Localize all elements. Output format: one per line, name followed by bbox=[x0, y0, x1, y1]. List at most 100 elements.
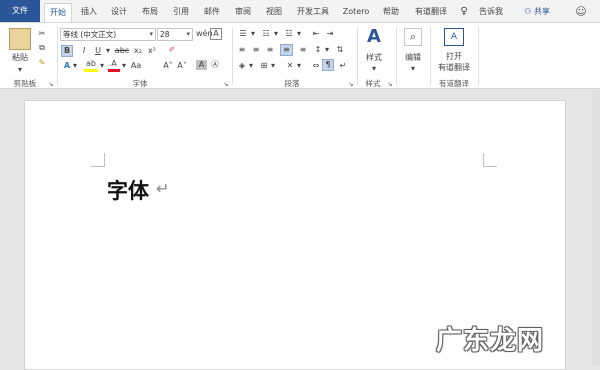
change-case-button[interactable]: Aa bbox=[130, 61, 142, 71]
ribbon-tab-bar: 文件 开始 插入 设计 布局 引用 邮件 审阅 视图 开发工具 Zotero 帮… bbox=[0, 0, 600, 22]
dialog-launcher-icon[interactable]: ↘ bbox=[386, 80, 394, 90]
tab-youdao[interactable]: 有道翻译 bbox=[410, 3, 452, 22]
align-left-icon[interactable]: ≡ bbox=[236, 45, 248, 55]
chevron-down-icon[interactable]: ▾ bbox=[10, 65, 30, 75]
grow-font-button[interactable]: A˄ bbox=[162, 61, 174, 71]
search-icon[interactable]: ⌕ bbox=[404, 28, 422, 46]
tell-me-search[interactable]: 告诉我 bbox=[474, 3, 508, 22]
multilevel-list-icon[interactable]: ☳ bbox=[282, 29, 296, 39]
chevron-down-icon[interactable]: ▾ bbox=[270, 61, 276, 71]
strikethrough-button[interactable]: abc bbox=[114, 46, 130, 56]
underline-button[interactable]: U bbox=[93, 46, 103, 56]
chevron-down-icon[interactable]: ▾ bbox=[104, 46, 112, 56]
chevron-down-icon[interactable]: ▾ bbox=[324, 45, 330, 55]
tab-layout[interactable]: 布局 bbox=[137, 3, 163, 22]
highlight-button[interactable]: ab bbox=[84, 59, 98, 72]
chevron-down-icon[interactable]: ▾ bbox=[121, 61, 127, 71]
youdao-open-button[interactable]: 打开 bbox=[440, 52, 468, 62]
document-text[interactable]: 字体 bbox=[107, 175, 149, 205]
ribbon-home: 粘贴 ▾ ✂ ⧉ ✎ 剪贴板 ↘ 等线 (中文正文) ▾ 28 ▾ wén A B … bbox=[0, 22, 600, 89]
tab-home[interactable]: 开始 bbox=[44, 3, 72, 22]
clear-formatting-icon[interactable]: ✐ bbox=[166, 45, 178, 55]
font-name-value: 等线 (中文正文) bbox=[63, 30, 117, 39]
bullets-icon[interactable]: ☰ bbox=[236, 29, 250, 39]
show-marks-icon[interactable]: ¶ bbox=[322, 59, 334, 71]
chevron-down-icon[interactable]: ▾ bbox=[273, 29, 279, 39]
chevron-down-icon[interactable]: ▾ bbox=[99, 61, 105, 71]
margin-mark-top-right bbox=[483, 153, 497, 167]
styles-group-label: 样式 bbox=[365, 79, 381, 88]
shrink-font-button[interactable]: A˅ bbox=[176, 61, 188, 71]
editing-button[interactable]: 编辑 bbox=[400, 53, 426, 63]
chinese-layout-icon[interactable]: ✕ bbox=[284, 61, 296, 71]
youdao-translate-icon[interactable]: A bbox=[444, 28, 464, 46]
tab-help[interactable]: 帮助 bbox=[378, 3, 404, 22]
group-divider bbox=[396, 27, 397, 85]
group-divider bbox=[57, 27, 58, 85]
vertical-scrollbar[interactable] bbox=[592, 90, 600, 365]
decrease-indent-icon[interactable]: ⇤ bbox=[310, 29, 322, 39]
chevron-down-icon[interactable]: ▾ bbox=[407, 64, 419, 74]
lightbulb-icon[interactable]: ♀ bbox=[458, 3, 470, 22]
person-icon: ⚇ bbox=[524, 7, 532, 16]
shading-icon[interactable]: ◈ bbox=[236, 61, 248, 71]
phonetic-guide-icon[interactable]: wén bbox=[196, 29, 213, 39]
font-color-button[interactable]: A bbox=[108, 59, 120, 72]
margin-mark-top-left bbox=[91, 153, 105, 167]
subscript-button[interactable]: x₂ bbox=[132, 46, 144, 56]
font-name-combobox[interactable]: 等线 (中文正文) ▾ bbox=[60, 28, 156, 41]
cut-icon[interactable]: ✂ bbox=[37, 29, 47, 39]
line-spacing-icon[interactable]: ↕ bbox=[312, 45, 324, 55]
group-divider bbox=[357, 27, 358, 85]
clipboard-icon bbox=[9, 28, 31, 50]
tab-review[interactable]: 审阅 bbox=[230, 3, 256, 22]
tab-developer[interactable]: 开发工具 bbox=[292, 3, 334, 22]
increase-indent-icon[interactable]: ⇥ bbox=[324, 29, 336, 39]
asian-typography-icon[interactable]: ⇔ bbox=[310, 61, 322, 71]
borders-icon[interactable]: ⊞ bbox=[258, 61, 270, 71]
superscript-button[interactable]: x² bbox=[146, 46, 158, 56]
enclose-char-button[interactable]: Ⓐ bbox=[209, 60, 221, 70]
tab-design[interactable]: 设计 bbox=[106, 3, 132, 22]
chevron-down-icon[interactable]: ▾ bbox=[248, 61, 254, 71]
tab-insert[interactable]: 插入 bbox=[76, 3, 102, 22]
copy-icon[interactable]: ⧉ bbox=[37, 43, 47, 53]
chevron-down-icon[interactable]: ▾ bbox=[296, 61, 302, 71]
distributed-icon[interactable]: ≡ bbox=[297, 45, 309, 55]
clipboard-group-label: 剪贴板 bbox=[13, 79, 37, 88]
tab-zotero[interactable]: Zotero bbox=[339, 3, 373, 22]
chevron-down-icon[interactable]: ▾ bbox=[368, 64, 380, 74]
tab-mailings[interactable]: 邮件 bbox=[199, 3, 225, 22]
align-center-icon[interactable]: ≡ bbox=[250, 45, 262, 55]
youdao-group-label: 有道翻译 bbox=[439, 79, 469, 88]
paragraph-group-label: 段落 bbox=[284, 79, 300, 88]
align-right-icon[interactable]: ≡ bbox=[264, 45, 276, 55]
justify-icon[interactable]: ≡ bbox=[280, 44, 293, 56]
font-size-combobox[interactable]: 28 ▾ bbox=[157, 28, 193, 41]
char-border-icon[interactable]: A bbox=[210, 28, 222, 40]
bold-button[interactable]: B bbox=[61, 45, 73, 57]
para-mark-icon[interactable]: ↵ bbox=[338, 61, 348, 71]
chevron-down-icon: ▾ bbox=[149, 30, 153, 38]
tab-file[interactable]: 文件 bbox=[0, 0, 40, 22]
sort-icon[interactable]: ⇅ bbox=[334, 45, 346, 55]
tab-references[interactable]: 引用 bbox=[168, 3, 194, 22]
group-divider bbox=[232, 27, 233, 85]
dialog-launcher-icon[interactable]: ↘ bbox=[47, 80, 55, 90]
italic-button[interactable]: I bbox=[79, 46, 89, 56]
char-shading-button[interactable]: A bbox=[196, 60, 207, 70]
share-label: 共享 bbox=[533, 7, 550, 16]
styles-icon[interactable]: A bbox=[365, 27, 383, 47]
smiley-icon[interactable]: ☺ bbox=[574, 3, 588, 22]
format-painter-icon[interactable]: ✎ bbox=[37, 58, 47, 68]
styles-button[interactable]: 样式 bbox=[362, 53, 386, 63]
dialog-launcher-icon[interactable]: ↘ bbox=[347, 80, 355, 90]
tab-view[interactable]: 视图 bbox=[261, 3, 287, 22]
chevron-down-icon[interactable]: ▾ bbox=[72, 61, 78, 71]
numbering-icon[interactable]: ☷ bbox=[259, 29, 273, 39]
paste-button[interactable]: 粘贴 bbox=[4, 53, 36, 63]
dialog-launcher-icon[interactable]: ↘ bbox=[222, 80, 230, 90]
share-button[interactable]: ⚇ 共享 bbox=[520, 3, 554, 22]
chevron-down-icon[interactable]: ▾ bbox=[250, 29, 256, 39]
chevron-down-icon[interactable]: ▾ bbox=[296, 29, 302, 39]
